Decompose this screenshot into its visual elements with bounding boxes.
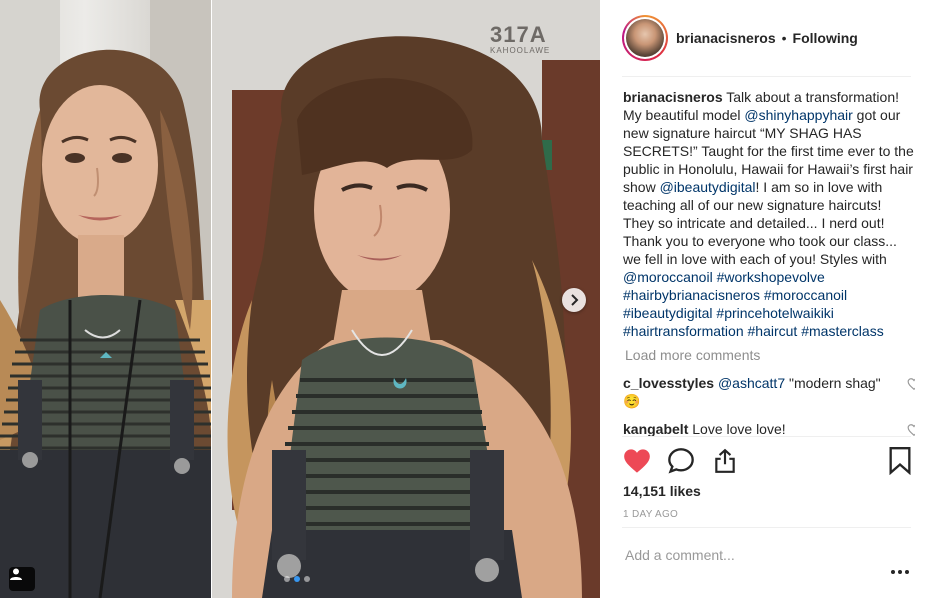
comment-button[interactable] — [666, 446, 696, 476]
following-button[interactable]: Following — [793, 30, 858, 46]
post-media[interactable]: 317A KAHOOLAWE — [0, 0, 600, 598]
more-options-dot — [898, 570, 902, 574]
comment-like-icon[interactable] — [907, 377, 915, 391]
mention-link[interactable]: @ibeautydigital — [660, 179, 756, 195]
actions-divider — [622, 436, 911, 437]
mention-link[interactable]: @shinyhappyhair — [744, 107, 852, 123]
before-photo — [0, 0, 212, 598]
tagged-user-icon[interactable] — [9, 567, 35, 591]
more-options-button[interactable] — [888, 564, 912, 580]
text-fragment: Love love love! — [688, 421, 786, 436]
add-comment-divider — [622, 527, 911, 528]
post-caption: brianacisneros Talk about a transformati… — [623, 88, 915, 340]
add-comment-input[interactable] — [622, 538, 872, 572]
wall-sign-number: 317A — [490, 22, 547, 47]
mention-link[interactable]: @moroccanoil — [623, 269, 713, 285]
share-icon — [715, 448, 735, 473]
avatar-frame — [624, 17, 666, 59]
carousel-dot — [304, 576, 310, 582]
more-options-dot — [905, 570, 909, 574]
wall-sign: 317A KAHOOLAWE — [490, 22, 600, 66]
comment-username[interactable]: kangabelt — [623, 421, 688, 436]
hashtag-link[interactable]: #workshopevolve — [717, 269, 825, 285]
post-actions — [622, 446, 914, 476]
likes-count[interactable]: 14,151 likes — [623, 483, 701, 499]
caption-username[interactable]: brianacisneros — [623, 89, 723, 105]
save-button[interactable] — [885, 446, 915, 476]
after-photo-illustration — [212, 0, 600, 598]
carousel-dot — [284, 576, 290, 582]
hashtag-link[interactable]: #hairbybrianacisneros — [623, 287, 760, 303]
hashtag-link[interactable]: #ibeautydigital — [623, 305, 713, 321]
after-photo: 317A KAHOOLAWE — [212, 0, 600, 598]
share-button[interactable] — [710, 446, 740, 476]
avatar — [626, 19, 664, 57]
carousel-next-button[interactable] — [562, 288, 586, 312]
carousel-dot-active — [294, 576, 300, 582]
comment-like-icon[interactable] — [907, 423, 915, 436]
hashtag-link[interactable]: #haircut — [748, 323, 798, 339]
instagram-post-modal: 317A KAHOOLAWE brianacisneros • Followin… — [0, 0, 935, 598]
header-divider — [622, 76, 911, 77]
comment-username[interactable]: c_lovesstyles — [623, 375, 714, 391]
before-photo-illustration — [0, 0, 212, 598]
wall-sign-sub: KAHOOLAWE — [490, 46, 551, 55]
comment-item: kangabelt Love love love! — [623, 420, 915, 436]
story-ring[interactable] — [622, 15, 668, 61]
hashtag-link[interactable]: #hairtransformation — [623, 323, 744, 339]
post-timestamp[interactable]: 1 DAY AGO — [623, 509, 678, 520]
load-more-comments-button[interactable]: Load more comments — [625, 346, 915, 364]
bookmark-icon — [889, 447, 911, 475]
hashtag-link[interactable]: #moroccanoil — [764, 287, 847, 303]
heart-filled-icon — [624, 449, 650, 473]
comment-text: Love love love! — [688, 421, 785, 436]
comment-icon — [668, 448, 694, 474]
header-username[interactable]: brianacisneros — [676, 30, 776, 46]
caption-text: Talk about a transformation! My beautifu… — [623, 89, 914, 339]
mention-link[interactable]: @ashcatt7 — [718, 375, 785, 391]
comment-item: c_lovesstyles @ashcatt7 "modern shag" ☺️ — [623, 374, 915, 410]
chevron-right-icon — [571, 294, 579, 306]
post-sidebar: brianacisneros • Following brianacisnero… — [600, 0, 935, 598]
carousel-indicator — [284, 576, 310, 582]
header-separator: • — [781, 30, 787, 46]
more-options-dot — [891, 570, 895, 574]
comments-list[interactable]: brianacisneros Talk about a transformati… — [623, 88, 915, 436]
hashtag-link[interactable]: #princehotelwaikiki — [716, 305, 834, 321]
like-button[interactable] — [622, 446, 652, 476]
post-header: brianacisneros • Following — [600, 0, 935, 76]
hashtag-link[interactable]: #masterclass — [801, 323, 883, 339]
